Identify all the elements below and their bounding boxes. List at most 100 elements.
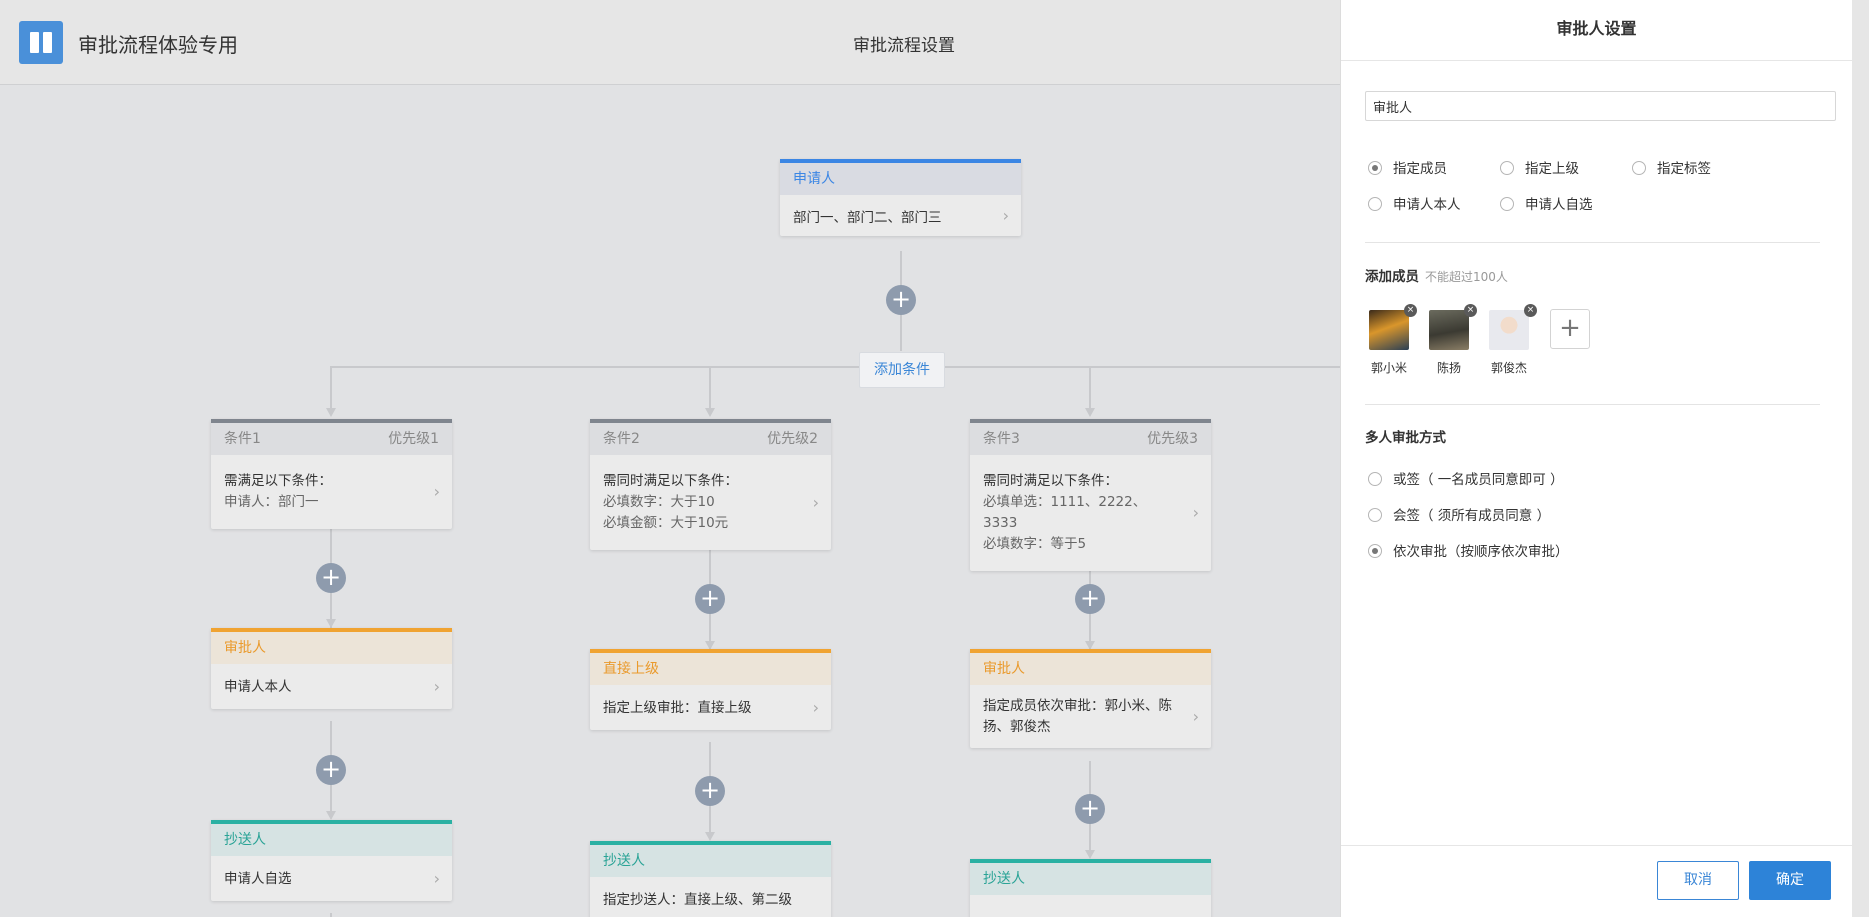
scrollbar-track[interactable]: [1852, 0, 1869, 917]
chevron-right-icon: ›: [433, 868, 440, 888]
radio-label: 依次审批（按顺序依次审批）: [1393, 544, 1569, 560]
add-node-button[interactable]: +: [695, 776, 725, 806]
panel-footer: 取消 确定: [1341, 845, 1852, 917]
chevron-right-icon: ›: [812, 492, 819, 512]
condition-node-1[interactable]: 条件1 优先级1 需满足以下条件： 申请人：部门一 ›: [211, 419, 452, 529]
cc-node-header: 抄送人: [970, 859, 1211, 895]
radio-specified-tag[interactable]: 指定标签: [1632, 157, 1711, 177]
radio-label: 或签（ 一名成员同意即可 ）: [1393, 472, 1564, 488]
connector-line: [1089, 366, 1091, 408]
approver-name-input[interactable]: [1365, 91, 1836, 121]
remove-member-icon[interactable]: ×: [1464, 304, 1477, 317]
approver-node-2[interactable]: 直接上级 指定上级审批：直接上级 ›: [590, 649, 831, 730]
remove-member-icon[interactable]: ×: [1404, 304, 1417, 317]
cc-node-header: 抄送人: [211, 820, 452, 856]
flow-canvas[interactable]: 申请人 部门一、部门二、部门三 › + 添加条件 条件1 优先级1 需满足以下条件：…: [0, 85, 1340, 917]
cc-node-body: 申请人自选: [224, 871, 292, 887]
radio-joint-sign[interactable]: 会签（ 须所有成员同意 ）: [1368, 504, 1550, 524]
cc-node-3[interactable]: 抄送人: [970, 859, 1211, 917]
page-title: 审批流程设置: [853, 36, 955, 56]
chevron-right-icon: ›: [433, 676, 440, 696]
member-item: × 陈扬: [1424, 304, 1477, 376]
multi-approval-label: 多人审批方式: [1365, 430, 1446, 446]
condition-line: 需同时满足以下条件：: [603, 473, 738, 489]
radio-or-sign[interactable]: 或签（ 一名成员同意即可 ）: [1368, 468, 1564, 488]
arrow-down-icon: [326, 811, 336, 820]
radio-label: 申请人自选: [1525, 197, 1593, 213]
arrow-down-icon: [1085, 850, 1095, 859]
condition-line: 必填单选：1111、2222、3333: [983, 494, 1147, 531]
add-members-label: 添加成员 不能超过100人: [1365, 269, 1508, 285]
app-title: 审批流程体验专用: [78, 33, 238, 57]
radio-dot: [1368, 161, 1382, 175]
connector-line: [330, 913, 332, 917]
chevron-right-icon: ›: [1002, 205, 1009, 225]
members-hint: 不能超过100人: [1425, 270, 1508, 284]
avatar: ×: [1489, 304, 1537, 350]
applicant-node-body: 部门一、部门二、部门三: [793, 210, 942, 226]
cc-node-1[interactable]: 抄送人 申请人自选 ›: [211, 820, 452, 901]
remove-member-icon[interactable]: ×: [1524, 304, 1537, 317]
add-member-button[interactable]: +: [1550, 309, 1590, 349]
add-node-button[interactable]: +: [316, 563, 346, 593]
member-name: 郭小米: [1370, 361, 1407, 375]
approver-node-body: 指定上级审批：直接上级: [603, 700, 752, 716]
condition-node-title: 条件1: [224, 431, 261, 447]
arrow-down-icon: [326, 619, 336, 628]
condition-node-2[interactable]: 条件2 优先级2 需同时满足以下条件： 必填数字：大于10 必填金额：大于10元 …: [590, 419, 831, 550]
add-node-button[interactable]: +: [1075, 584, 1105, 614]
radio-label: 会签（ 须所有成员同意 ）: [1393, 508, 1551, 524]
chevron-right-icon: ›: [1192, 503, 1199, 522]
approver-node-1[interactable]: 审批人 申请人本人 ›: [211, 628, 452, 709]
connector-line: [331, 366, 1340, 368]
chevron-right-icon: ›: [1192, 706, 1199, 726]
cc-node-header: 抄送人: [590, 841, 831, 877]
approver-node-3[interactable]: 审批人 指定成员依次审批：郭小米、陈扬、郭俊杰 ›: [970, 649, 1211, 748]
add-node-button[interactable]: +: [695, 584, 725, 614]
applicant-node[interactable]: 申请人 部门一、部门二、部门三 ›: [780, 159, 1021, 236]
condition-priority: 优先级3: [1147, 431, 1198, 447]
radio-applicant-self[interactable]: 申请人本人: [1368, 193, 1461, 213]
radio-sequential[interactable]: 依次审批（按顺序依次审批）: [1368, 540, 1569, 560]
approver-node-body: 指定成员依次审批：郭小米、陈扬、郭俊杰: [983, 698, 1172, 735]
radio-dot: [1368, 472, 1382, 486]
approver-node-body: 申请人本人: [224, 679, 292, 695]
applicant-node-header: 申请人: [780, 159, 1021, 195]
condition-priority: 优先级1: [388, 431, 439, 447]
confirm-button[interactable]: 确定: [1749, 861, 1831, 900]
radio-specified-superior[interactable]: 指定上级: [1500, 157, 1579, 177]
chevron-right-icon: ›: [433, 482, 440, 501]
add-condition-button[interactable]: 添加条件: [859, 352, 945, 388]
app-logo-icon: [19, 21, 63, 64]
divider: [1365, 242, 1820, 243]
member-name: 郭俊杰: [1490, 361, 1527, 375]
arrow-down-icon: [1085, 408, 1095, 417]
radio-applicant-choose[interactable]: 申请人自选: [1500, 193, 1593, 213]
radio-dot: [1368, 197, 1382, 211]
connector-line: [709, 366, 711, 408]
radio-label: 指定成员: [1393, 161, 1447, 177]
member-item: × 郭俊杰: [1484, 304, 1537, 376]
condition-node-3[interactable]: 条件3 优先级3 需同时满足以下条件： 必填单选：1111、2222、3333 必…: [970, 419, 1211, 571]
top-header: 审批流程体验专用 审批流程设置: [0, 0, 1340, 85]
condition-line: 必填数字：等于5: [983, 536, 1087, 552]
connector-line: [330, 366, 332, 408]
radio-specified-members[interactable]: 指定成员: [1368, 157, 1447, 177]
arrow-down-icon: [326, 408, 336, 417]
member-name: 陈扬: [1436, 361, 1461, 375]
cc-node-body: 指定抄送人：直接上级、第二级: [603, 892, 792, 908]
approver-settings-panel: 审批人设置 指定成员 指定上级 指定标签 申请人本人 申请人自选 添加成员不能超…: [1340, 0, 1852, 917]
radio-label: 指定标签: [1657, 161, 1711, 177]
cancel-button[interactable]: 取消: [1657, 861, 1739, 900]
arrow-down-icon: [705, 408, 715, 417]
condition-line: 需满足以下条件：: [224, 473, 332, 489]
add-node-button[interactable]: +: [886, 285, 916, 315]
condition-line: 必填金额：大于10元: [603, 515, 729, 531]
cc-node-2[interactable]: 抄送人 指定抄送人：直接上级、第二级: [590, 841, 831, 917]
radio-dot: [1632, 161, 1646, 175]
avatar: ×: [1369, 304, 1417, 350]
condition-line: 申请人：部门一: [224, 494, 319, 510]
add-node-button[interactable]: +: [1075, 794, 1105, 824]
add-node-button[interactable]: +: [316, 755, 346, 785]
condition-node-title: 条件3: [983, 431, 1020, 447]
